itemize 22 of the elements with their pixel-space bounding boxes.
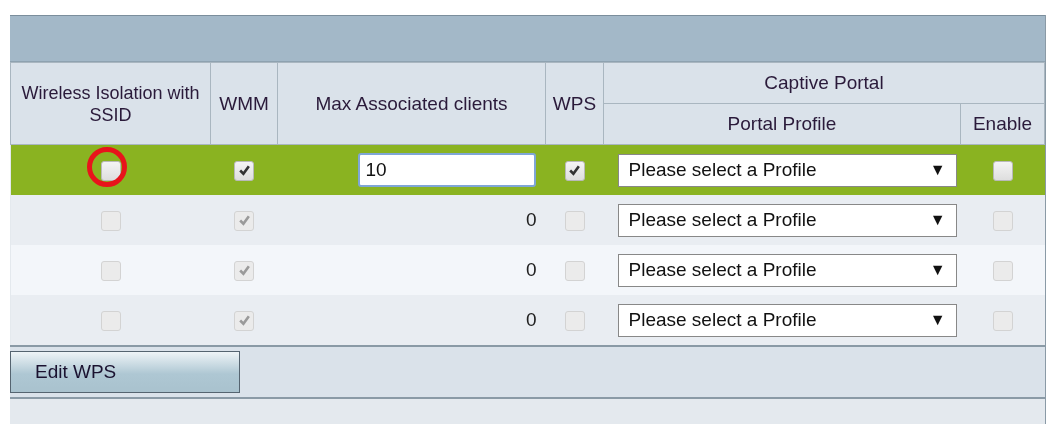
column-group-header: Captive Portal <box>603 62 1045 104</box>
check-icon <box>568 164 581 178</box>
max-clients-value: 0 <box>525 259 537 281</box>
check-icon <box>237 314 251 328</box>
profile-dropdown[interactable]: Please select a Profile ▼ <box>617 153 957 187</box>
checkbox[interactable] <box>234 161 254 181</box>
checkbox[interactable] <box>564 161 585 181</box>
check-icon <box>237 264 251 278</box>
max-clients-value: 0 <box>525 309 537 331</box>
column-header: Max Associated clients <box>277 62 546 145</box>
column-header: WMM <box>210 62 278 145</box>
check-icon <box>237 214 251 228</box>
column-header: WPS <box>545 62 604 145</box>
column-header: Enable <box>960 103 1045 145</box>
max-clients-field[interactable]: 10 <box>357 153 536 187</box>
max-clients-value: 0 <box>525 209 537 231</box>
column-header: Portal Profile <box>603 103 961 145</box>
edit-wps-button[interactable]: Edit WPS <box>10 351 240 393</box>
check-icon <box>237 164 251 178</box>
checkbox[interactable] <box>992 161 1013 181</box>
column-header: Wireless Isolation with SSID <box>10 62 211 145</box>
checkbox[interactable] <box>100 161 121 181</box>
